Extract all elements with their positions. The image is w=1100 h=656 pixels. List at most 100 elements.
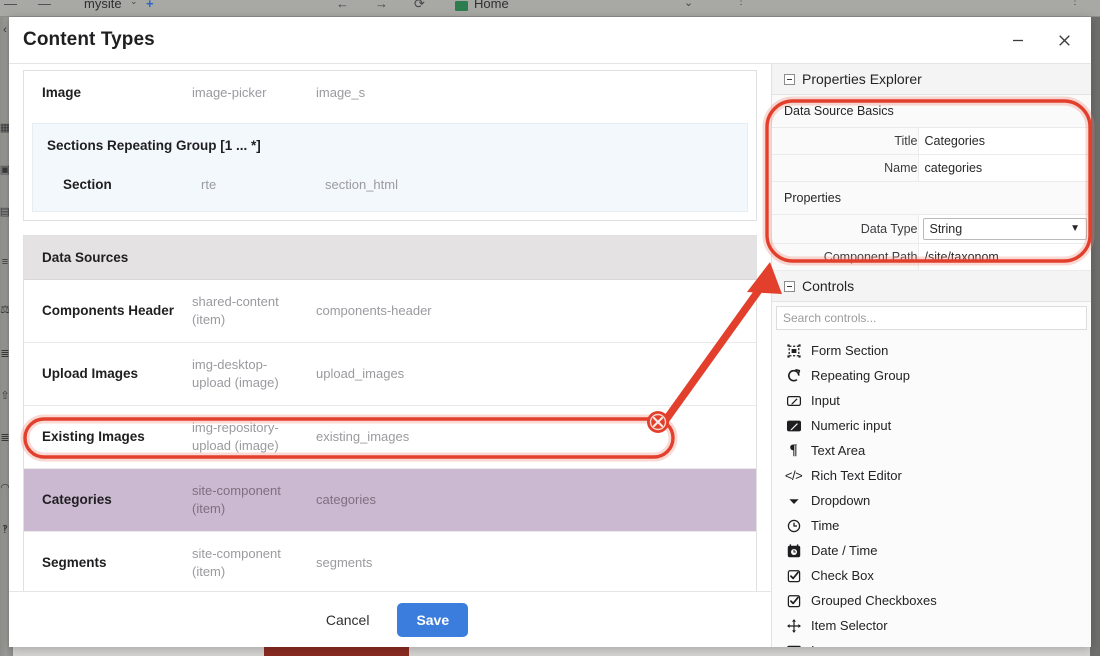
table-row[interactable]: Components Header shared-content (item) co… bbox=[24, 280, 756, 343]
properties-group-label: Properties bbox=[772, 182, 1091, 215]
new-tab-icon[interactable]: + bbox=[146, 0, 154, 11]
property-label: Name bbox=[772, 154, 918, 182]
field-key: categories bbox=[316, 492, 376, 507]
control-item-grouped-checkboxes[interactable]: Grouped Checkboxes bbox=[772, 588, 1091, 613]
cancel-button[interactable]: Cancel bbox=[312, 604, 384, 636]
control-item-label: Check Box bbox=[811, 568, 874, 583]
control-item-item-selector[interactable]: Item Selector bbox=[772, 613, 1091, 638]
collapse-minus-icon[interactable] bbox=[784, 280, 795, 292]
toolbar-kebab-icon[interactable]: ⋮ bbox=[736, 0, 746, 7]
site-chevron-down-icon[interactable]: ⌄ bbox=[130, 0, 138, 7]
table-row[interactable]: Image image-picker image_s bbox=[24, 71, 756, 115]
data-sources-table: Components Header shared-content (item) co… bbox=[24, 280, 756, 591]
control-item-dropdown[interactable]: Dropdown bbox=[772, 488, 1091, 513]
field-name: Image bbox=[42, 85, 82, 100]
site-label[interactable]: mysite bbox=[84, 0, 122, 11]
minimize-button[interactable] bbox=[1003, 25, 1033, 55]
controls-header[interactable]: Controls bbox=[772, 271, 1091, 302]
checkbox-group-icon bbox=[785, 592, 802, 609]
repeating-group-table: Section rte section_html bbox=[33, 163, 747, 207]
code-brackets-icon: </> bbox=[784, 468, 803, 483]
control-item-rich-text-editor[interactable]: </> Rich Text Editor bbox=[772, 463, 1091, 488]
reload-icon[interactable]: ⟳ bbox=[414, 0, 425, 12]
field-name-cell: Existing Images bbox=[24, 405, 184, 469]
data-type-select[interactable]: StringNumberBooleanDateObject bbox=[923, 219, 1086, 239]
control-item-text-area[interactable]: ¶ Text Area bbox=[772, 438, 1091, 463]
sections-repeating-group: Sections Repeating Group [1 ... *] Secti… bbox=[32, 123, 748, 212]
search-controls-input[interactable] bbox=[776, 306, 1087, 330]
control-item-label: Item Selector bbox=[811, 618, 888, 633]
control-item-numeric-input[interactable]: Numeric input bbox=[772, 413, 1091, 438]
control-item-label: Input bbox=[811, 393, 840, 408]
content-fields-card: Image image-picker image_s Sections Repeat… bbox=[23, 70, 757, 221]
property-text-input[interactable] bbox=[918, 244, 1091, 270]
field-type-cell: rte bbox=[193, 163, 317, 207]
field-key-cell: existing_images bbox=[308, 405, 756, 469]
field-type-cell: site-component (item) bbox=[184, 531, 308, 591]
property-value-cell[interactable] bbox=[917, 128, 1091, 155]
field-key: components-header bbox=[316, 303, 432, 318]
table-row[interactable]: Existing Images img-repository-upload (im… bbox=[24, 405, 756, 469]
property-value-cell[interactable] bbox=[917, 154, 1091, 182]
dialog-footer: Cancel Save bbox=[9, 591, 771, 647]
field-name-cell: Components Header bbox=[24, 280, 184, 343]
image-icon bbox=[785, 642, 802, 647]
control-item-image[interactable]: Image bbox=[772, 638, 1091, 647]
property-value-cell[interactable] bbox=[917, 243, 1091, 271]
pilcrow-icon: ¶ bbox=[789, 442, 798, 458]
close-button[interactable] bbox=[1049, 25, 1079, 55]
field-type: image-picker bbox=[192, 85, 267, 100]
table-row[interactable]: Segments site-component (item) segments bbox=[24, 531, 756, 591]
property-row: Title bbox=[772, 128, 1091, 155]
properties-table: Data TypeStringNumberBooleanDateObject▼C… bbox=[772, 215, 1091, 271]
table-row[interactable]: Upload Images img-desktop-upload (image) u… bbox=[24, 342, 756, 406]
browser-hamburger-icon[interactable]: — bbox=[38, 0, 51, 11]
field-name-cell: Image bbox=[24, 71, 184, 115]
field-type-cell: img-desktop-upload (image) bbox=[184, 342, 308, 406]
field-type-cell: img-repository-upload (image) bbox=[184, 405, 308, 469]
application-root: — — mysite ⌄ + ← → ⟳ Home ⌄ ⋮ ⋮ ‹ ▦ ▣ ▤ … bbox=[0, 0, 1100, 656]
control-item-label: Repeating Group bbox=[811, 368, 911, 383]
field-key: image_s bbox=[316, 85, 366, 100]
forward-icon[interactable]: → bbox=[375, 0, 388, 11]
field-name: Components Header bbox=[42, 303, 175, 318]
control-item-form-section[interactable]: Form Section bbox=[772, 338, 1091, 363]
collapse-minus-icon[interactable] bbox=[784, 73, 795, 85]
properties-explorer-groups: Data Source BasicsTitleNamePropertiesDat… bbox=[772, 95, 1091, 271]
property-value-cell[interactable]: StringNumberBooleanDateObject▼ bbox=[917, 215, 1091, 244]
field-name-cell: Segments bbox=[24, 531, 184, 591]
numeric-input-icon bbox=[785, 417, 802, 434]
control-item-input[interactable]: Input bbox=[772, 388, 1091, 413]
checkbox-icon bbox=[785, 567, 802, 584]
save-button[interactable]: Save bbox=[397, 602, 469, 637]
table-row-selected[interactable]: Categories site-component (item) categorie… bbox=[24, 468, 756, 532]
content-types-dialog: Content Types Image image-picker image_s… bbox=[9, 17, 1091, 647]
field-name: Categories bbox=[42, 492, 112, 507]
field-key-cell: segments bbox=[308, 531, 756, 591]
tab-label-home[interactable]: Home bbox=[474, 0, 509, 11]
field-name: Section bbox=[63, 177, 112, 192]
overflow-kebab-icon[interactable]: ⋮ bbox=[1070, 0, 1080, 7]
property-text-input[interactable] bbox=[918, 128, 1091, 154]
repeating-group-wrapper: Sections Repeating Group [1 ... *] Secti… bbox=[24, 115, 756, 220]
properties-explorer-header[interactable]: Properties Explorer bbox=[772, 64, 1091, 95]
form-pane: Image image-picker image_s Sections Repeat… bbox=[9, 64, 772, 647]
control-item-check-box[interactable]: Check Box bbox=[772, 563, 1091, 588]
control-item-repeating-group[interactable]: Repeating Group bbox=[772, 363, 1091, 388]
browser-back-sliver[interactable]: — bbox=[4, 0, 17, 11]
app-right-edge bbox=[1090, 17, 1100, 656]
table-row[interactable]: Section rte section_html bbox=[33, 163, 747, 207]
back-icon[interactable]: ← bbox=[336, 0, 349, 11]
data-type-select-wrapper[interactable]: StringNumberBooleanDateObject▼ bbox=[922, 218, 1087, 240]
field-key: section_html bbox=[325, 177, 398, 192]
control-item-time[interactable]: Time bbox=[772, 513, 1091, 538]
caret-down-icon bbox=[785, 492, 802, 509]
tab-chevron-down-icon[interactable]: ⌄ bbox=[684, 0, 693, 9]
control-item-date-time[interactable]: Date / Time bbox=[772, 538, 1091, 563]
property-text-input[interactable] bbox=[918, 155, 1091, 181]
form-scroll-region[interactable]: Image image-picker image_s Sections Repeat… bbox=[9, 64, 771, 591]
data-sources-card: Data Sources Components Header shared-con… bbox=[23, 235, 757, 591]
field-name: Existing Images bbox=[42, 429, 145, 444]
properties-table: TitleName bbox=[772, 128, 1091, 182]
field-type-cell: shared-content (item) bbox=[184, 280, 308, 343]
